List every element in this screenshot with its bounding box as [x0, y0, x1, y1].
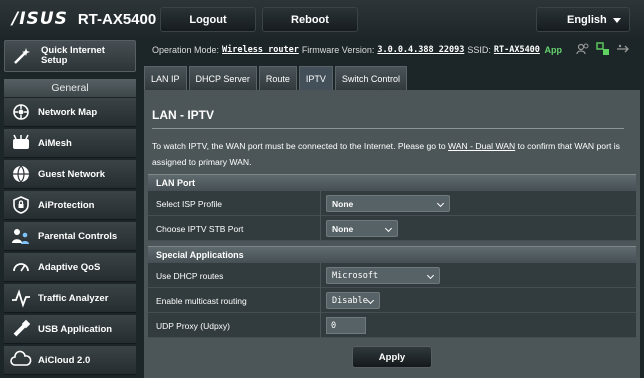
gauge-icon — [8, 256, 34, 278]
tab-dhcp-server[interactable]: DHCP Server — [188, 66, 257, 90]
language-label: English — [567, 13, 607, 26]
isp-profile-row: Select ISP Profile None — [148, 191, 636, 216]
row-separator — [320, 288, 321, 313]
network-status-icon[interactable] — [596, 42, 610, 56]
stb-port-select[interactable]: None — [326, 220, 398, 237]
dhcp-routes-row: Use DHCP routes Microsoft — [148, 263, 636, 288]
chevron-down-icon — [384, 224, 393, 233]
chevron-down-icon — [436, 199, 445, 208]
asus-logo: /ISUS — [12, 9, 68, 29]
sidebar-item-guest-network[interactable]: Guest Network — [4, 160, 136, 189]
stb-port-value: None — [332, 223, 354, 234]
firmware-label: Firmware Version: — [301, 45, 375, 55]
users-icon[interactable] — [576, 42, 590, 56]
dhcp-routes-select[interactable]: Microsoft — [326, 267, 440, 284]
general-header: General — [4, 79, 136, 97]
isp-profile-label: Select ISP Profile — [156, 198, 222, 209]
sidebar-item-aimesh[interactable]: AiMesh — [4, 129, 136, 158]
udp-proxy-row: UDP Proxy (Udpxy) 0 — [148, 313, 636, 338]
shield-icon — [8, 194, 34, 216]
multicast-label: Enable multicast routing — [156, 295, 247, 306]
network-map-icon — [8, 101, 34, 123]
main-panel: Operation Mode: Wireless router Firmware… — [144, 38, 640, 378]
sidebar: Quick Internet Setup General Network Map… — [0, 38, 140, 378]
dhcp-routes-label: Use DHCP routes — [156, 270, 224, 281]
sidebar-item-adaptive-qos[interactable]: Adaptive QoS — [4, 253, 136, 282]
sidebar-item-usb-application[interactable]: USB Application — [4, 315, 136, 344]
ssid-link[interactable]: RT-AX5400 — [494, 45, 540, 55]
tab-switch-control[interactable]: Switch Control — [334, 66, 407, 90]
udp-proxy-input[interactable]: 0 — [326, 317, 366, 334]
quick-internet-setup-button[interactable]: Quick Internet Setup — [4, 40, 136, 72]
app-link[interactable]: App — [545, 45, 563, 55]
multicast-row: Enable multicast routing Disable — [148, 288, 636, 313]
sidebar-item-label: AiMesh — [38, 137, 72, 149]
sidebar-item-label: AiProtection — [38, 199, 95, 211]
sidebar-item-aicloud[interactable]: AiCloud 2.0 — [4, 346, 136, 375]
apply-button[interactable]: Apply — [352, 346, 432, 368]
content-area: LAN - IPTV To watch IPTV, the WAN port m… — [144, 90, 640, 378]
wand-icon — [9, 45, 35, 67]
stb-port-label: Choose IPTV STB Port — [156, 223, 244, 234]
tab-route[interactable]: Route — [258, 66, 297, 90]
sidebar-item-label: AiCloud 2.0 — [38, 354, 91, 366]
sidebar-item-aiprotection[interactable]: AiProtection — [4, 191, 136, 220]
chevron-down-icon — [613, 18, 621, 23]
sidebar-item-label: Network Map — [38, 106, 98, 118]
row-separator — [320, 313, 321, 338]
chevron-down-icon — [366, 296, 375, 305]
stb-port-row: Choose IPTV STB Port None — [148, 216, 636, 241]
tab-bar: LAN IP DHCP Server Route IPTV Switch Con… — [144, 66, 409, 90]
op-mode-link[interactable]: Wireless router — [222, 45, 299, 55]
sidebar-item-network-map[interactable]: Network Map — [4, 98, 136, 127]
sidebar-item-label: Traffic Analyzer — [38, 292, 109, 304]
row-separator — [320, 216, 321, 241]
sidebar-item-label: Adaptive QoS — [38, 261, 101, 273]
traffic-analyzer-icon — [8, 287, 34, 309]
reboot-button[interactable]: Reboot — [262, 7, 358, 32]
lan-port-header: LAN Port — [148, 174, 636, 191]
sidebar-item-label: USB Application — [38, 323, 113, 335]
page-description: To watch IPTV, the WAN port must be conn… — [152, 138, 630, 170]
multicast-select[interactable]: Disable — [326, 292, 380, 309]
sidebar-item-label: Guest Network — [38, 168, 106, 180]
usb-status-icon[interactable] — [616, 42, 630, 56]
logout-button[interactable]: Logout — [160, 7, 256, 32]
quick-setup-label: Quick Internet Setup — [41, 45, 105, 66]
tab-iptv[interactable]: IPTV — [298, 66, 333, 90]
title-divider — [152, 128, 624, 129]
status-icons — [576, 42, 630, 56]
aimesh-icon — [8, 132, 34, 154]
parental-controls-icon — [8, 225, 34, 247]
sidebar-item-traffic-analyzer[interactable]: Traffic Analyzer — [4, 284, 136, 313]
udp-proxy-label: UDP Proxy (Udpxy) — [156, 320, 230, 331]
wan-dual-wan-link[interactable]: WAN - Dual WAN — [448, 141, 515, 151]
multicast-value: Disable — [332, 295, 368, 306]
isp-profile-value: None — [332, 198, 354, 209]
cloud-icon — [8, 349, 34, 371]
ssid-label: SSID: — [467, 45, 491, 55]
brand: /ISUS RT-AX5400 — [12, 6, 156, 32]
sidebar-item-parental-controls[interactable]: Parental Controls — [4, 222, 136, 251]
desc-text-1: To watch IPTV, the WAN port must be conn… — [152, 141, 449, 151]
dhcp-routes-value: Microsoft — [332, 270, 379, 281]
row-separator — [320, 263, 321, 288]
usb-icon — [8, 318, 34, 340]
chevron-down-icon — [426, 271, 435, 280]
top-bar: /ISUS RT-AX5400 Logout Reboot English — [0, 0, 644, 38]
op-mode-label: Operation Mode: — [152, 45, 220, 55]
isp-profile-select[interactable]: None — [326, 195, 450, 212]
model-name: RT-AX5400 — [77, 10, 157, 28]
guest-network-icon — [8, 163, 34, 185]
firmware-link[interactable]: 3.0.0.4.388_22093 — [377, 45, 464, 55]
tab-lan-ip[interactable]: LAN IP — [144, 66, 187, 90]
sidebar-item-label: Parental Controls — [38, 230, 118, 242]
row-separator — [320, 191, 321, 216]
page-title: LAN - IPTV — [152, 108, 214, 122]
special-applications-header: Special Applications — [148, 246, 636, 263]
status-bar: Operation Mode: Wireless router Firmware… — [144, 38, 640, 62]
language-select[interactable]: English — [536, 7, 630, 32]
